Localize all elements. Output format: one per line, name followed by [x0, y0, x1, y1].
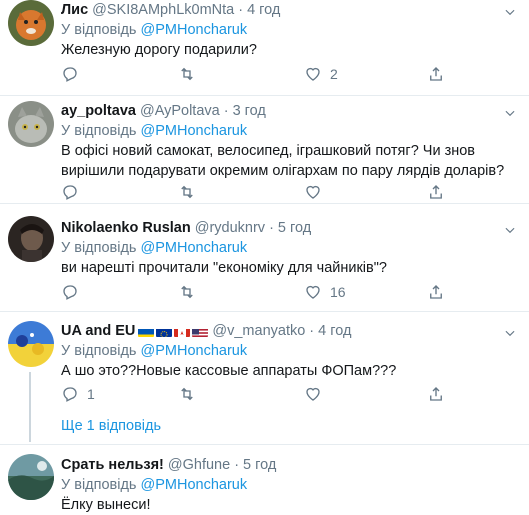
usa-flag-icon [192, 326, 209, 337]
timestamp[interactable]: 4 год [247, 0, 280, 20]
like-button[interactable] [304, 183, 322, 201]
like-icon [306, 185, 320, 199]
tweet-text: В офісі новий самокат, велосипед, іграшк… [61, 143, 505, 179]
like-icon [306, 285, 320, 299]
mention-link[interactable]: @PMHoncharuk [141, 240, 248, 256]
caret-down-icon[interactable] [503, 106, 517, 120]
avatar[interactable] [8, 454, 54, 500]
author-handle[interactable]: @Ghfune [168, 455, 230, 475]
share-icon [430, 185, 442, 199]
reply-icon [63, 67, 77, 82]
share-button[interactable] [427, 65, 445, 83]
share-button[interactable] [427, 183, 445, 201]
tweet-text: Железную дорогу подарили? [61, 42, 257, 58]
reply-context: У відповідь @PMHoncharuk [61, 22, 248, 38]
tweet-text: Ёлку вынеси! [61, 497, 151, 513]
mention-link[interactable]: @PMHoncharuk [141, 477, 248, 493]
author-handle[interactable]: @ryduknrv [195, 218, 265, 238]
ukraine-flag-icon [138, 326, 155, 337]
author-name[interactable]: Срать нельзя! [61, 455, 164, 475]
tweet-header: Срать нельзя! @Ghfune · 5 год [61, 455, 277, 475]
reply-count: 1 [87, 386, 95, 402]
reply-context: У відповідь @PMHoncharuk [61, 240, 248, 256]
tweet[interactable]: Срать нельзя! @Ghfune · 5 год У відповід… [0, 445, 529, 513]
retweet-button[interactable] [178, 183, 196, 201]
author-name[interactable]: UA and EU [61, 321, 135, 341]
retweet-button[interactable] [178, 385, 196, 403]
timestamp[interactable]: 5 год [243, 455, 276, 475]
mention-link[interactable]: @PMHoncharuk [141, 22, 248, 38]
author-handle[interactable]: @v_manyatko [212, 321, 305, 341]
tweet-header: UA and EU @v_manyatko · 4 год [61, 321, 352, 341]
retweet-button[interactable] [178, 65, 196, 83]
retweet-button[interactable] [178, 283, 196, 301]
tweet[interactable]: Лис @SKI8AMphLk0mNta · 4 год У відповідь… [0, 0, 529, 96]
caret-down-icon[interactable] [503, 5, 517, 19]
retweet-icon [181, 185, 193, 199]
caret-down-icon[interactable] [503, 223, 517, 237]
share-button[interactable] [427, 385, 445, 403]
timestamp[interactable]: 4 год [318, 321, 351, 341]
timestamp[interactable]: 3 год [233, 101, 266, 121]
retweet-icon [181, 387, 193, 401]
reply-context: У відповідь @PMHoncharuk [61, 123, 248, 139]
like-count: 2 [330, 66, 338, 82]
like-button[interactable]: 16 [304, 283, 346, 301]
author-name[interactable]: Лис [61, 0, 88, 20]
author-handle[interactable]: @SKI8AMphLk0mNta [92, 0, 234, 20]
tweet-text: А шо это??Новые кассовые аппараты ФОПам?… [61, 363, 397, 379]
reply-button[interactable] [61, 183, 79, 201]
caret-down-icon[interactable] [503, 326, 517, 340]
reply-icon [63, 387, 77, 402]
like-count: 16 [330, 284, 346, 300]
retweet-icon [181, 285, 193, 299]
share-icon [430, 387, 442, 401]
mention-link[interactable]: @PMHoncharuk [141, 123, 248, 139]
author-name[interactable]: Nikolaenko Ruslan [61, 218, 191, 238]
reply-icon [63, 185, 77, 200]
author-handle[interactable]: @AyPoltava [140, 101, 220, 121]
eu-flag-icon [156, 326, 173, 337]
like-icon [306, 387, 320, 401]
tweet[interactable]: Nikolaenko Ruslan @ryduknrv · 5 год У ві… [0, 204, 529, 312]
thread-line [29, 372, 31, 442]
mention-link[interactable]: @PMHoncharuk [141, 343, 248, 359]
author-name[interactable]: ay_poltava [61, 101, 136, 121]
share-icon [430, 285, 442, 299]
reply-button[interactable]: 1 [61, 385, 95, 403]
avatar[interactable] [8, 101, 54, 147]
share-icon [430, 67, 442, 81]
reply-button[interactable] [61, 65, 79, 83]
like-button[interactable] [304, 385, 322, 403]
avatar[interactable] [8, 0, 54, 46]
tweet-header: Лис @SKI8AMphLk0mNta · 4 год [61, 0, 281, 20]
retweet-icon [181, 67, 193, 81]
avatar[interactable] [8, 216, 54, 262]
like-button[interactable]: 2 [304, 65, 338, 83]
tweet-text: ви нарешті прочитали "економіку для чайн… [61, 260, 387, 276]
timestamp[interactable]: 5 год [278, 218, 311, 238]
reply-context: У відповідь @PMHoncharuk [61, 477, 248, 493]
share-button[interactable] [427, 283, 445, 301]
tweet-header: ay_poltava @AyPoltava · 3 год [61, 101, 266, 121]
tweet[interactable]: ay_poltava @AyPoltava · 3 год У відповід… [0, 96, 529, 204]
show-more-replies-link[interactable]: Ще 1 відповідь [61, 418, 161, 434]
reply-icon [63, 285, 77, 300]
reply-context: У відповідь @PMHoncharuk [61, 343, 248, 359]
like-icon [306, 67, 320, 81]
tweet-header: Nikolaenko Ruslan @ryduknrv · 5 год [61, 218, 312, 238]
tweet[interactable]: UA and EU @v_manyatko · 4 год У відповід… [0, 312, 529, 445]
avatar[interactable] [8, 321, 54, 367]
reply-button[interactable] [61, 283, 79, 301]
canada-flag-icon [174, 326, 191, 337]
